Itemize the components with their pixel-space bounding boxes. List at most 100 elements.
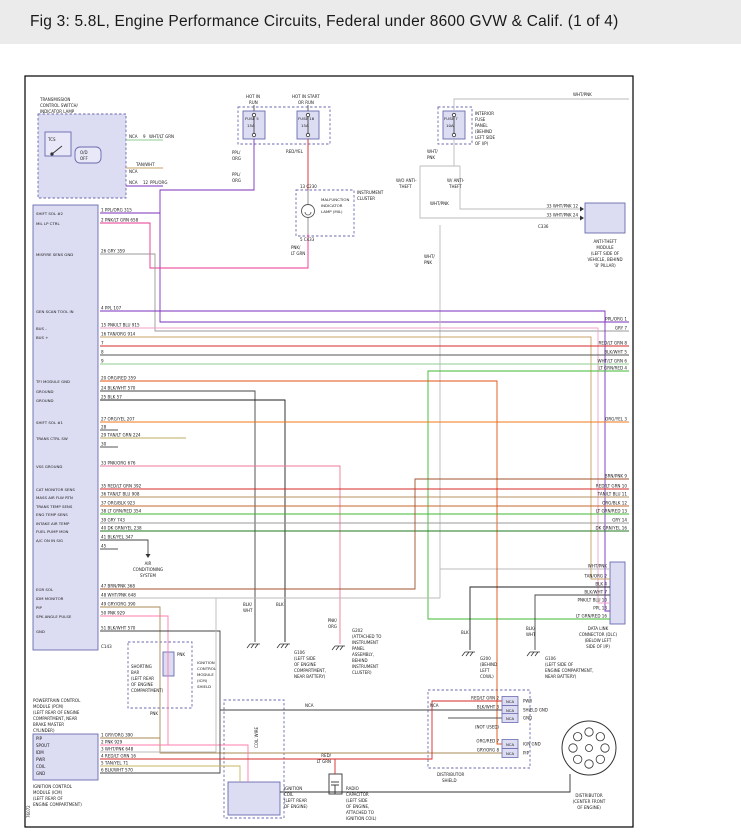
diagram-label: (NOT USED) xyxy=(475,725,499,730)
diagram-label: 2 PNK/LT GRN 658 xyxy=(101,218,139,223)
diagram-label: IDM MONITOR xyxy=(36,596,64,601)
diagram-label: (ICM) xyxy=(197,678,208,683)
diagram-label: TFI MODULE GND xyxy=(35,379,70,384)
diagram-label: 13 C230 xyxy=(300,184,317,189)
diagram-label: PPL 13 xyxy=(593,606,607,611)
diagram-label: 8 xyxy=(101,350,104,355)
diagram-label: PANEL xyxy=(475,123,488,128)
diagram-label: DISTRIBUTOR xyxy=(437,772,464,777)
diagram-label: VEHICLE, BEHIND xyxy=(587,257,622,262)
diagram-label: BLK xyxy=(461,630,469,635)
diagram-label: 10A xyxy=(446,123,454,128)
diagram-label: WHT/ xyxy=(427,149,438,154)
diagram-label: COWL) xyxy=(480,674,494,679)
diagram-label: MIL LP CTRL xyxy=(36,221,60,226)
diagram-label: INTERIOR xyxy=(475,111,494,116)
diagram-label: (LEFT SIDE OF xyxy=(591,251,620,256)
diagram-label: (LEFT SIDE xyxy=(294,656,316,661)
diagram-label: (LEFT REAR OF ENGINE xyxy=(33,710,80,715)
diagram-label: FUEL PUMP MON xyxy=(36,529,69,534)
diagram-label: NCA xyxy=(129,169,138,174)
dlc-box xyxy=(610,562,625,624)
diagram-label: OR RUN xyxy=(298,100,314,105)
diagram-label: BEHIND xyxy=(352,658,368,663)
diagram-label: 39 GRY 743 xyxy=(101,518,125,523)
diagram-label: LEFT xyxy=(480,668,490,673)
diagram-label: (ATTACHED TO xyxy=(352,634,381,639)
diagram-label: SIDE OF I/P) xyxy=(586,644,610,649)
diagram-label: COIL xyxy=(36,764,46,769)
diagram-label: ANTI-THEFT xyxy=(593,239,617,244)
diagram-label: OF ENGINE, xyxy=(346,804,369,809)
switch-pivot-icon xyxy=(51,153,54,156)
diagram-label: SHIFT SOL #2 xyxy=(36,211,64,216)
diagram-label: SHIELD GND xyxy=(523,708,548,713)
diagram-label: COMPARTMENT, NEAR xyxy=(33,716,77,721)
diagram-label: 15A xyxy=(301,123,309,128)
diagram-label: GND xyxy=(523,716,532,721)
diagram-label: NCA xyxy=(430,703,439,708)
diagram-label: LT GRN/RED 16 xyxy=(576,614,607,619)
diagram-label: COIL xyxy=(284,792,294,797)
diagram-label: A/C ON IN SIG xyxy=(36,538,63,543)
diagram-label: CONTROL xyxy=(197,666,217,671)
diagram-label: PIP xyxy=(36,605,42,610)
nca-label: NCA xyxy=(506,699,514,704)
diagram-label: PPL/ORG xyxy=(150,180,167,185)
diagram-label: COMPARTMENT) xyxy=(131,688,164,693)
diagram-label: BAR xyxy=(131,670,139,675)
diagram-label: G200 xyxy=(480,656,491,661)
diagram-label: MISFIRE SENS GND xyxy=(36,252,73,257)
diagram-label: 27 ORG/YEL 207 xyxy=(101,417,135,422)
diagram-label: ORG xyxy=(232,156,241,161)
diagram-label: NCA xyxy=(129,180,138,185)
diagram-label: INDICATOR xyxy=(321,203,343,208)
diagram-label: LAMP (MIL) xyxy=(321,209,343,214)
diagram-label: SHIELD xyxy=(197,684,211,689)
diagram-label: LEFT SIDE xyxy=(475,135,496,140)
diagram-label: 16 TAN/ORG 914 xyxy=(101,332,136,337)
diagram-label: CLUSTER) xyxy=(352,670,372,675)
diagram-label: ASSEMBLY, xyxy=(352,652,374,657)
diagram-label: 9 xyxy=(101,359,104,364)
diagram-label: SHORTING xyxy=(131,664,152,669)
diagram-label: 2 PNK 929 xyxy=(101,740,123,745)
diagram-label: BLK/ xyxy=(526,626,536,631)
diagram-label: HOT IN START xyxy=(292,94,320,99)
diagram-label: 'B' PILLAR) xyxy=(594,263,616,268)
diagram-label: COMPARTMENT, xyxy=(294,668,326,673)
diagram-label: LT GRN xyxy=(317,759,331,764)
diagram-label: 36 TAN/LT BLU 908 xyxy=(101,492,140,497)
diagram-label: GRY 14 xyxy=(612,518,627,523)
diagram-label: 1 GRY/ORG 390 xyxy=(101,733,133,738)
nca-label: NCA xyxy=(506,742,514,747)
diagram-label: MASS AIR FLW RTN xyxy=(36,495,73,500)
diagram-label: GRY 7 xyxy=(615,326,628,331)
diagram-label: SHIFT SOL #1 xyxy=(36,420,64,425)
diagram-label: 28 xyxy=(101,425,107,430)
diagram-label: 50 PNK 929 xyxy=(101,611,125,616)
diagram-label: IGN GND xyxy=(523,742,541,747)
diagram-label: GND xyxy=(36,771,45,776)
fuse-terminal xyxy=(452,133,455,136)
diagram-label: IGNITION xyxy=(197,660,215,665)
diagram-label: PNK/LT BLU 10 xyxy=(577,598,607,603)
diagram-label: 26 GRY 359 xyxy=(101,249,125,254)
diagram-label: ORG xyxy=(328,624,337,629)
diagram-label: WHT xyxy=(243,608,253,613)
diagram-label: W/ ANTI- xyxy=(447,178,465,183)
diagram-label: 6 BLK/WHT 570 xyxy=(101,768,133,773)
diagram-label: DATA LINK xyxy=(588,626,609,631)
diagram-label: BLK 4 xyxy=(595,582,607,587)
diagram-label: INSTRUMENT xyxy=(352,664,379,669)
diagram-label: CAT MONITOR SENS xyxy=(36,487,75,492)
wiring-diagram: NCANCANCANCANCATRANSMISSIONCONTROL SWITC… xyxy=(0,0,741,835)
diagram-label: (BEHIND xyxy=(475,129,492,134)
diagram-label: BRAKE MASTER xyxy=(33,722,64,727)
diagram-label: INDICATOR LAMP xyxy=(40,109,75,114)
nca-label: NCA xyxy=(506,708,514,713)
diagram-label: 24 BLK/WHT 570 xyxy=(101,386,136,391)
diagram-label: 76072 xyxy=(26,805,31,818)
diagram-label: SYSTEM xyxy=(140,573,156,578)
diagram-label: CONDITIONING xyxy=(133,567,163,572)
